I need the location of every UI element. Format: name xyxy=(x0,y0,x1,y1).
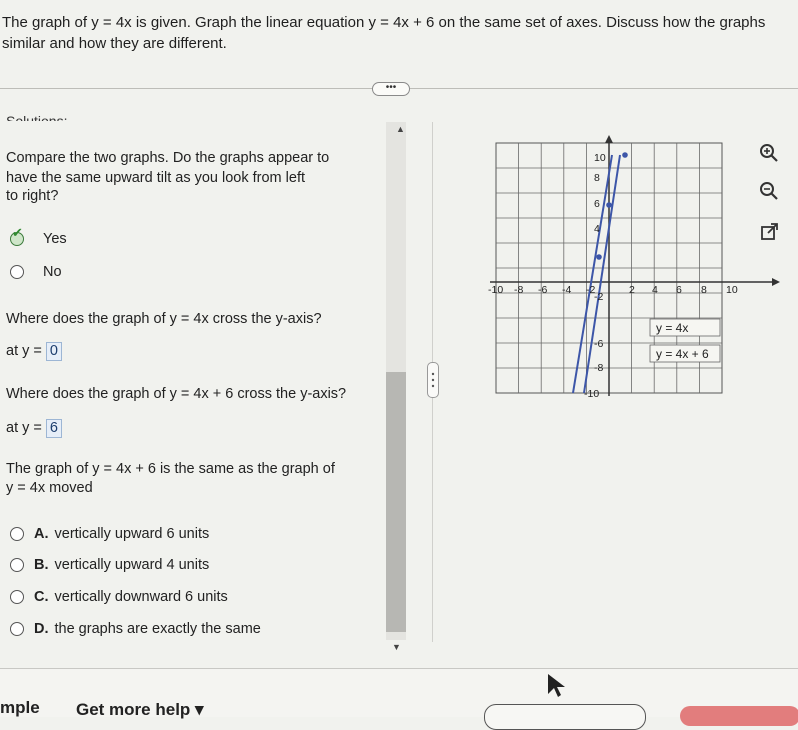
option-d[interactable]: D. the graphs are exactly the same xyxy=(10,621,261,637)
part3-answer-box[interactable]: 6 xyxy=(45,419,62,438)
y-tick-label: 4 xyxy=(594,223,600,235)
part3-answer-prefix: at y = xyxy=(6,420,42,436)
y-tick-label: -6 xyxy=(594,338,603,350)
plotted-point xyxy=(596,254,602,260)
option-d-letter: D. xyxy=(34,621,49,637)
part1-prompt-line1: Compare the two graphs. Do the graphs ap… xyxy=(6,150,330,166)
left-pane-scrollbar-thumb[interactable] xyxy=(386,372,406,632)
part3-prompt: Where does the graph of y = 4x + 6 cross… xyxy=(6,386,347,402)
option-c[interactable]: C. vertically downward 6 units xyxy=(10,589,228,605)
x-tick-label: 8 xyxy=(701,284,707,296)
coordinate-graph: -10 -8 -6 -4 -2 2 4 6 8 1010864-2-6-8-10 y = 4x y… xyxy=(488,135,780,400)
part2-prompt: Where does the graph of y = 4x cross the… xyxy=(6,311,322,327)
solutions-heading: Solutions: xyxy=(6,113,68,121)
plotted-point xyxy=(606,202,612,208)
x-tick-label: 2 xyxy=(629,284,635,296)
y-tick-label: -2 xyxy=(594,291,603,303)
mouse-cursor-icon xyxy=(548,674,565,697)
option-a[interactable]: A. vertically upward 6 units xyxy=(10,526,209,542)
part2-answer-row: at y = 0 xyxy=(6,342,62,361)
x-tick-label: -8 xyxy=(514,284,523,296)
scroll-up-arrow-icon[interactable]: ▲ xyxy=(396,124,405,134)
part1-prompt-line2: have the same upward tilt as you look fr… xyxy=(6,170,306,186)
expand-more-button[interactable]: ••• xyxy=(372,82,410,96)
part3-answer-row: at y = 6 xyxy=(6,419,62,438)
y-tick-label: -8 xyxy=(594,362,603,374)
drag-dots-icon xyxy=(431,372,435,388)
option-b[interactable]: B. vertically upward 4 units xyxy=(10,557,209,573)
plotted-point xyxy=(622,152,628,158)
bottom-pill-button[interactable] xyxy=(484,704,646,730)
y-tick-label: 8 xyxy=(594,172,600,184)
option-yes[interactable]: ✔ Yes xyxy=(10,225,67,247)
radio-b[interactable] xyxy=(10,558,24,572)
option-d-label: the graphs are exactly the same xyxy=(54,621,261,637)
option-no[interactable]: No xyxy=(10,264,62,280)
zoom-out-icon[interactable] xyxy=(758,180,780,207)
option-c-label: vertically downward 6 units xyxy=(54,589,228,605)
option-yes-label: Yes xyxy=(43,231,67,247)
scroll-down-arrow-icon[interactable]: ▼ xyxy=(392,642,401,652)
x-tick-label: 4 xyxy=(652,284,658,296)
option-b-label: vertically upward 4 units xyxy=(54,557,210,573)
part1-prompt-line3: to right? xyxy=(6,188,59,204)
part4-prompt-line2: y = 4x moved xyxy=(6,480,93,496)
option-c-letter: C. xyxy=(34,589,49,605)
option-a-letter: A. xyxy=(34,526,49,542)
question-text-line2: similar and how they are different. xyxy=(2,35,227,52)
graph-label-y-4x: y = 4x xyxy=(656,321,688,335)
graph-label-y-4x-plus-6: y = 4x + 6 xyxy=(656,347,709,361)
graph-line-y-4x-plus-6 xyxy=(572,154,613,394)
radio-c[interactable] xyxy=(10,590,24,604)
x-tick-label: -6 xyxy=(538,284,547,296)
example-link[interactable]: mple xyxy=(0,698,40,718)
radio-a[interactable] xyxy=(10,527,24,541)
x-tick-label: -4 xyxy=(562,284,571,296)
option-a-label: vertically upward 6 units xyxy=(54,526,210,542)
y-tick-label: -10 xyxy=(584,388,599,400)
option-no-label: No xyxy=(43,264,62,280)
option-b-letter: B. xyxy=(34,557,49,573)
check-answer-button[interactable] xyxy=(680,706,798,726)
x-axis-arrow-icon xyxy=(772,278,780,286)
y-axis-arrow-icon xyxy=(605,135,613,143)
external-link-icon[interactable] xyxy=(760,222,780,247)
y-tick-label: 10 xyxy=(594,152,606,164)
question-text-line1: The graph of y = 4x is given. Graph the … xyxy=(2,14,766,31)
radio-d[interactable] xyxy=(10,622,24,636)
graph-line-y-4x xyxy=(583,154,621,394)
part2-answer-box[interactable]: 0 xyxy=(45,342,62,361)
get-more-help-button[interactable]: Get more help ▾ xyxy=(76,700,204,720)
part4-prompt-line1: The graph of y = 4x + 6 is the same as t… xyxy=(6,461,335,477)
part2-answer-prefix: at y = xyxy=(6,343,42,359)
checkmark-icon: ✔ xyxy=(12,225,23,240)
zoom-in-icon[interactable] xyxy=(758,142,780,169)
y-tick-label: 6 xyxy=(594,198,600,210)
radio-no[interactable] xyxy=(10,265,24,279)
pane-resize-handle[interactable] xyxy=(427,362,439,398)
x-tick-label: -10 xyxy=(488,284,503,296)
x-tick-label: 10 xyxy=(726,284,738,296)
x-tick-label: 6 xyxy=(676,284,682,296)
